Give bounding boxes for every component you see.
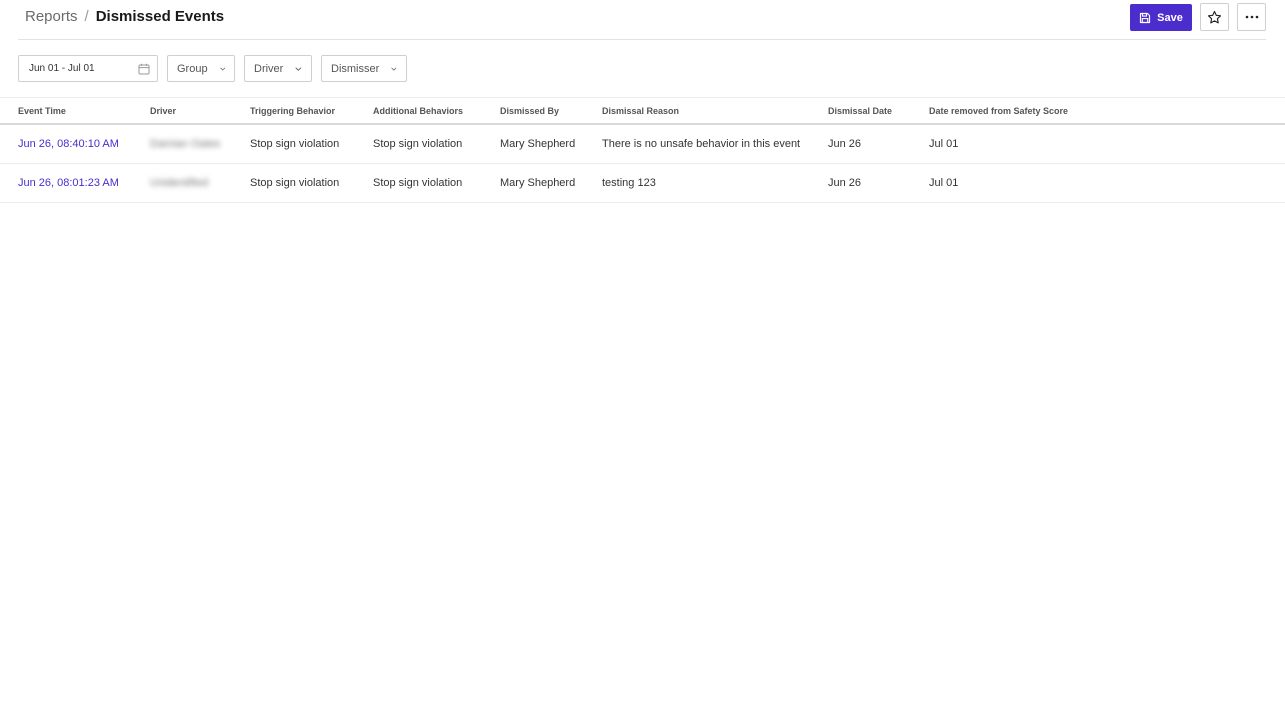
triggering-behavior: Stop sign violation: [250, 138, 340, 150]
calendar-icon: [138, 63, 150, 74]
page-header: Reports / Dismissed Events Save: [0, 0, 1285, 40]
dismisser-filter-label: Dismisser: [331, 62, 380, 75]
ellipsis-icon: [1245, 15, 1258, 19]
additional-behaviors: Stop sign violation: [373, 138, 463, 150]
group-filter-dropdown[interactable]: Group: [167, 55, 235, 82]
triggering-behavior: Stop sign violation: [250, 177, 340, 189]
dismissal-reason: testing 123: [602, 177, 656, 189]
event-time-link[interactable]: Jun 26, 08:40:10 AM: [18, 138, 119, 150]
date-range-picker[interactable]: Jun 01 - Jul 01: [18, 55, 158, 82]
column-header-date-removed[interactable]: Date removed from Safety Score: [929, 106, 1068, 116]
driver-name: Damian Oates: [150, 138, 221, 150]
date-removed: Jul 01: [929, 138, 959, 150]
column-header-driver[interactable]: Driver: [150, 106, 176, 116]
group-filter-label: Group: [177, 62, 208, 75]
page-title: Dismissed Events: [95, 8, 225, 25]
additional-behaviors: Stop sign violation: [373, 177, 463, 189]
column-header-additional-behaviors[interactable]: Additional Behaviors: [373, 106, 463, 116]
table-row[interactable]: Jun 26, 08:40:10 AM Damian Oates Stop si…: [0, 125, 1285, 164]
dismissal-date: Jun 26: [828, 138, 862, 150]
dismissed-by: Mary Shepherd: [500, 138, 576, 150]
floppy-disk-icon: [1140, 12, 1151, 23]
dismissed-by: Mary Shepherd: [500, 177, 576, 189]
more-options-button[interactable]: [1237, 3, 1266, 31]
filter-bar: Jun 01 - Jul 01 Group Driver Dismisser: [18, 55, 407, 82]
dismissal-date: Jun 26: [828, 177, 862, 189]
date-removed: Jul 01: [929, 177, 959, 189]
breadcrumb-separator: /: [84, 8, 89, 25]
table-header: Event Time Driver Triggering Behavior Ad…: [0, 97, 1285, 125]
favorite-button[interactable]: [1200, 3, 1229, 31]
driver-name: Unidentified: [150, 177, 209, 189]
column-header-event-time[interactable]: Event Time: [18, 106, 66, 116]
chevron-down-icon: [295, 66, 302, 71]
column-header-dismissed-by[interactable]: Dismissed By: [500, 106, 559, 116]
save-button[interactable]: Save: [1130, 4, 1192, 31]
column-header-dismissal-date[interactable]: Dismissal Date: [828, 106, 892, 116]
driver-filter-label: Driver: [254, 62, 284, 75]
table-row[interactable]: Jun 26, 08:01:23 AM Unidentified Stop si…: [0, 164, 1285, 203]
event-time-link[interactable]: Jun 26, 08:01:23 AM: [18, 177, 119, 189]
breadcrumb-reports-link[interactable]: Reports: [25, 8, 78, 26]
chevron-down-icon: [391, 67, 397, 71]
star-icon: [1207, 10, 1222, 23]
column-header-dismissal-reason[interactable]: Dismissal Reason: [602, 106, 679, 116]
dismissal-reason: There is no unsafe behavior in this even…: [602, 138, 801, 150]
breadcrumb: Reports / Dismissed Events: [25, 8, 224, 26]
driver-filter-dropdown[interactable]: Driver: [244, 55, 312, 82]
chevron-down-icon: [219, 67, 225, 71]
column-header-triggering-behavior[interactable]: Triggering Behavior: [250, 106, 335, 116]
dismisser-filter-dropdown[interactable]: Dismisser: [321, 55, 407, 82]
dismissed-events-table: Event Time Driver Triggering Behavior Ad…: [0, 97, 1285, 203]
save-button-label: Save: [1157, 11, 1183, 24]
date-range-value: Jun 01 - Jul 01: [29, 63, 95, 74]
header-divider: [18, 39, 1266, 40]
